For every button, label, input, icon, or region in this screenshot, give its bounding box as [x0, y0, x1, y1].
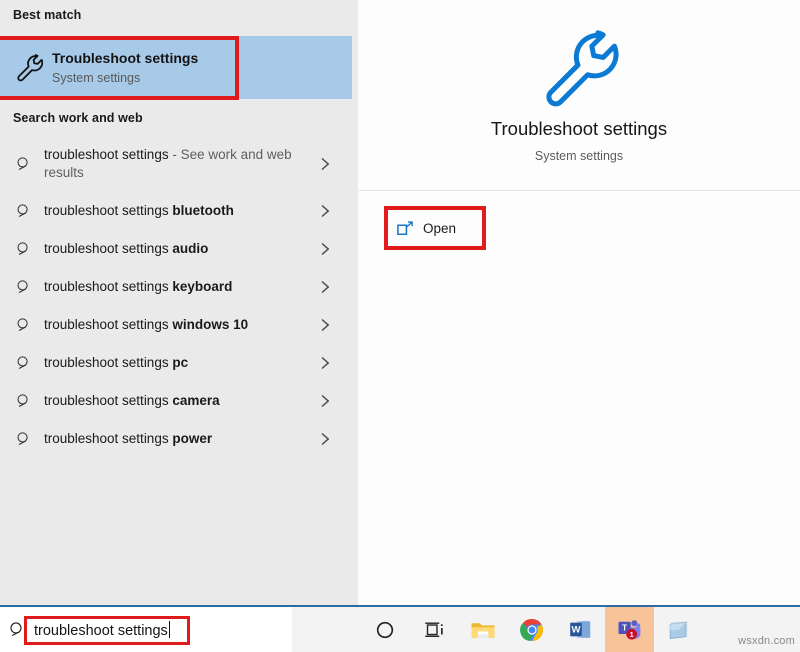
file-explorer-icon[interactable] — [458, 607, 507, 652]
task-view-icon[interactable] — [409, 607, 458, 652]
best-match-title: Troubleshoot settings — [52, 49, 199, 66]
search-icon — [10, 393, 38, 409]
search-icon — [10, 279, 38, 295]
teams-icon[interactable]: T 1 — [605, 607, 654, 652]
taskbar-search-box[interactable]: troubleshoot settings — [0, 607, 292, 652]
chevron-right-icon[interactable] — [320, 242, 331, 257]
word-icon[interactable]: W — [556, 607, 605, 652]
search-icon — [10, 203, 38, 219]
search-suggestion-row[interactable]: troubleshoot settings power — [0, 420, 358, 458]
search-suggestion-row[interactable]: troubleshoot settings windows 10 — [0, 306, 358, 344]
chevron-right-icon[interactable] — [320, 394, 331, 409]
svg-text:W: W — [572, 625, 581, 636]
search-suggestion-label: troubleshoot settings keyboard — [44, 279, 233, 294]
taskbar-icon-tray: W T 1 — [360, 607, 703, 652]
best-match-content[interactable]: Troubleshoot settings System settings — [0, 36, 238, 99]
cortana-icon[interactable] — [360, 607, 409, 652]
search-input-value: troubleshoot settings — [34, 622, 168, 639]
wrench-icon — [358, 27, 800, 111]
best-match-subtitle: System settings — [52, 70, 141, 85]
search-suggestion-row[interactable]: troubleshoot settings - See work and web… — [0, 136, 358, 192]
chevron-right-icon[interactable] — [320, 157, 331, 172]
windows-search-screen: Best match Troubleshoot settings System … — [0, 0, 800, 652]
wrench-icon — [6, 53, 52, 83]
open-button[interactable]: Open — [387, 209, 483, 247]
search-suggestion-label: troubleshoot settings audio — [44, 241, 209, 256]
search-suggestion-label: troubleshoot settings windows 10 — [44, 317, 249, 332]
chevron-right-icon[interactable] — [320, 318, 331, 333]
best-match-text: Troubleshoot settings System settings — [52, 49, 198, 87]
preview-title: Troubleshoot settings — [490, 118, 668, 139]
search-results-panel: Best match Troubleshoot settings System … — [0, 0, 358, 605]
chevron-right-icon[interactable] — [320, 356, 331, 371]
sticky-notes-icon[interactable] — [654, 607, 703, 652]
search-input[interactable]: troubleshoot settings — [34, 620, 170, 639]
search-suggestion-row[interactable]: troubleshoot settings audio — [0, 230, 358, 268]
search-icon — [10, 241, 38, 257]
preview-subtitle: System settings — [534, 149, 624, 163]
search-suggestion-label: troubleshoot settings camera — [44, 393, 220, 408]
best-match-header: Best match — [13, 8, 82, 22]
preview-panel: Troubleshoot settings System settings Op… — [358, 0, 800, 605]
search-suggestion-row[interactable]: troubleshoot settings bluetooth — [0, 192, 358, 230]
search-suggestion-label: troubleshoot settings pc — [44, 355, 189, 370]
teams-badge-count: 1 — [630, 630, 634, 639]
search-suggestion-row[interactable]: troubleshoot settings camera — [0, 382, 358, 420]
search-work-and-web-header: Search work and web — [13, 111, 143, 125]
search-icon — [10, 355, 38, 371]
search-suggestion-list: troubleshoot settings - See work and web… — [0, 136, 358, 458]
site-watermark: wsxdn.com — [738, 635, 795, 647]
search-icon — [10, 317, 38, 333]
open-action-area: Open — [358, 195, 558, 265]
search-suggestion-label: troubleshoot settings bluetooth — [44, 203, 234, 218]
taskbar: troubleshoot settings W T 1 wsxdn.com — [0, 605, 800, 652]
text-cursor — [168, 620, 170, 638]
open-button-label: Open — [423, 220, 457, 236]
search-suggestion-row[interactable]: troubleshoot settings keyboard — [0, 268, 358, 306]
search-suggestion-label: troubleshoot settings power — [44, 431, 213, 446]
search-suggestion-row[interactable]: troubleshoot settings pc — [0, 344, 358, 382]
best-match-row[interactable]: Troubleshoot settings System settings — [0, 36, 352, 99]
chevron-right-icon[interactable] — [320, 204, 331, 219]
search-icon — [10, 156, 38, 172]
open-external-icon — [387, 220, 423, 237]
search-icon — [0, 621, 34, 638]
chevron-right-icon[interactable] — [320, 432, 331, 447]
search-icon — [10, 431, 38, 447]
chrome-icon[interactable] — [507, 607, 556, 652]
chevron-right-icon[interactable] — [320, 280, 331, 295]
svg-text:T: T — [622, 624, 627, 633]
search-suggestion-label: troubleshoot settings - See work and web… — [44, 147, 292, 180]
preview-divider — [358, 190, 800, 191]
